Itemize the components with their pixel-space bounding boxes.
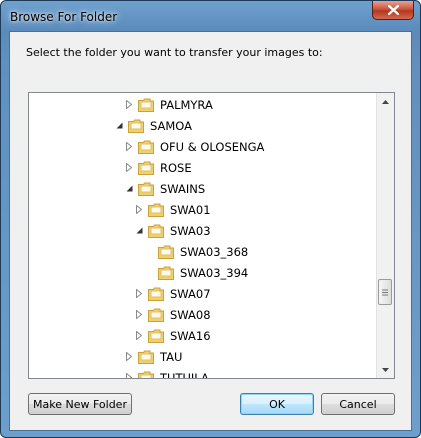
tree-item-label: TUTUILA — [160, 370, 209, 379]
dialog-body: Select the folder you want to transfer y… — [9, 31, 412, 431]
expanded-arrow-icon[interactable] — [124, 185, 134, 192]
folder-icon — [138, 161, 154, 175]
scroll-down-icon — [382, 367, 389, 372]
instruction-text: Select the folder you want to transfer y… — [26, 46, 323, 59]
tree-item-label: SWA03 — [170, 223, 211, 238]
tree-item-label: SWA08 — [170, 307, 211, 322]
collapsed-arrow-icon[interactable] — [134, 289, 144, 298]
folder-icon — [158, 266, 174, 280]
folder-icon — [138, 350, 154, 364]
tree-item[interactable]: SWA03_394 — [158, 262, 248, 283]
folder-icon — [148, 224, 164, 238]
tree-item[interactable]: PALMYRA — [124, 94, 213, 115]
close-button[interactable] — [372, 1, 414, 20]
tree-item-label: ROSE — [160, 160, 192, 175]
browse-folder-dialog: Browse For Folder Select the folder you … — [0, 0, 421, 438]
scroll-down-button[interactable] — [377, 361, 394, 378]
folder-icon — [138, 182, 154, 196]
scroll-up-button[interactable] — [377, 93, 394, 110]
folder-icon — [138, 98, 154, 112]
tree-item[interactable]: ROSE — [124, 157, 192, 178]
vertical-scrollbar[interactable] — [376, 93, 394, 378]
folder-icon — [148, 329, 164, 343]
tree-item-label: SWA07 — [170, 286, 211, 301]
expanded-arrow-icon[interactable] — [114, 122, 124, 129]
collapsed-arrow-icon[interactable] — [124, 100, 134, 109]
tree-item[interactable]: OFU & OLOSENGA — [124, 136, 264, 157]
tree-item[interactable]: SWA07 — [134, 283, 211, 304]
collapsed-arrow-icon[interactable] — [124, 373, 134, 378]
tree-item-label: SWA01 — [170, 202, 211, 217]
tree-item[interactable]: SWA03_368 — [158, 241, 248, 262]
folder-icon — [158, 245, 174, 259]
folder-icon — [148, 203, 164, 217]
folder-icon — [148, 287, 164, 301]
tree-item[interactable]: SWA01 — [134, 199, 211, 220]
window-title: Browse For Folder — [10, 10, 118, 24]
scroll-up-icon — [382, 99, 389, 104]
folder-icon — [138, 140, 154, 154]
folder-icon — [128, 119, 144, 133]
tree-item[interactable]: TUTUILA — [124, 367, 209, 379]
collapsed-arrow-icon[interactable] — [124, 352, 134, 361]
tree-item[interactable]: SWA03 — [134, 220, 211, 241]
tree-item[interactable]: SAMOA — [114, 115, 192, 136]
folder-tree[interactable]: PALMYRA SAMOA OFU & OLOSENGA ROSE SWAINS… — [28, 92, 395, 379]
tree-item[interactable]: TAU — [124, 346, 182, 367]
collapsed-arrow-icon[interactable] — [124, 142, 134, 151]
expanded-arrow-icon[interactable] — [134, 227, 144, 234]
folder-icon — [138, 371, 154, 378]
collapsed-arrow-icon[interactable] — [134, 331, 144, 340]
tree-item-label: SWA16 — [170, 328, 211, 343]
collapsed-arrow-icon[interactable] — [124, 163, 134, 172]
collapsed-arrow-icon[interactable] — [134, 310, 144, 319]
tree-item-label: SWA03_394 — [180, 265, 249, 280]
tree-item[interactable]: SWA16 — [134, 325, 211, 346]
tree-item-label: PALMYRA — [160, 97, 213, 112]
scrollbar-thumb[interactable] — [378, 279, 392, 305]
grip-icon — [382, 289, 388, 295]
ok-button[interactable]: OK — [240, 393, 314, 415]
tree-item-label: SWAINS — [160, 181, 206, 196]
tree-item-label: OFU & OLOSENGA — [160, 139, 265, 154]
make-new-folder-button[interactable]: Make New Folder — [28, 393, 132, 415]
tree-item-label: TAU — [160, 349, 183, 364]
tree-item[interactable]: SWAINS — [124, 178, 205, 199]
tree-item[interactable]: SWA08 — [134, 304, 211, 325]
collapsed-arrow-icon[interactable] — [134, 205, 144, 214]
tree-item-label: SAMOA — [150, 118, 193, 133]
cancel-button[interactable]: Cancel — [321, 393, 395, 415]
folder-icon — [148, 308, 164, 322]
tree-item-label: SWA03_368 — [180, 244, 249, 259]
close-icon — [387, 5, 399, 15]
